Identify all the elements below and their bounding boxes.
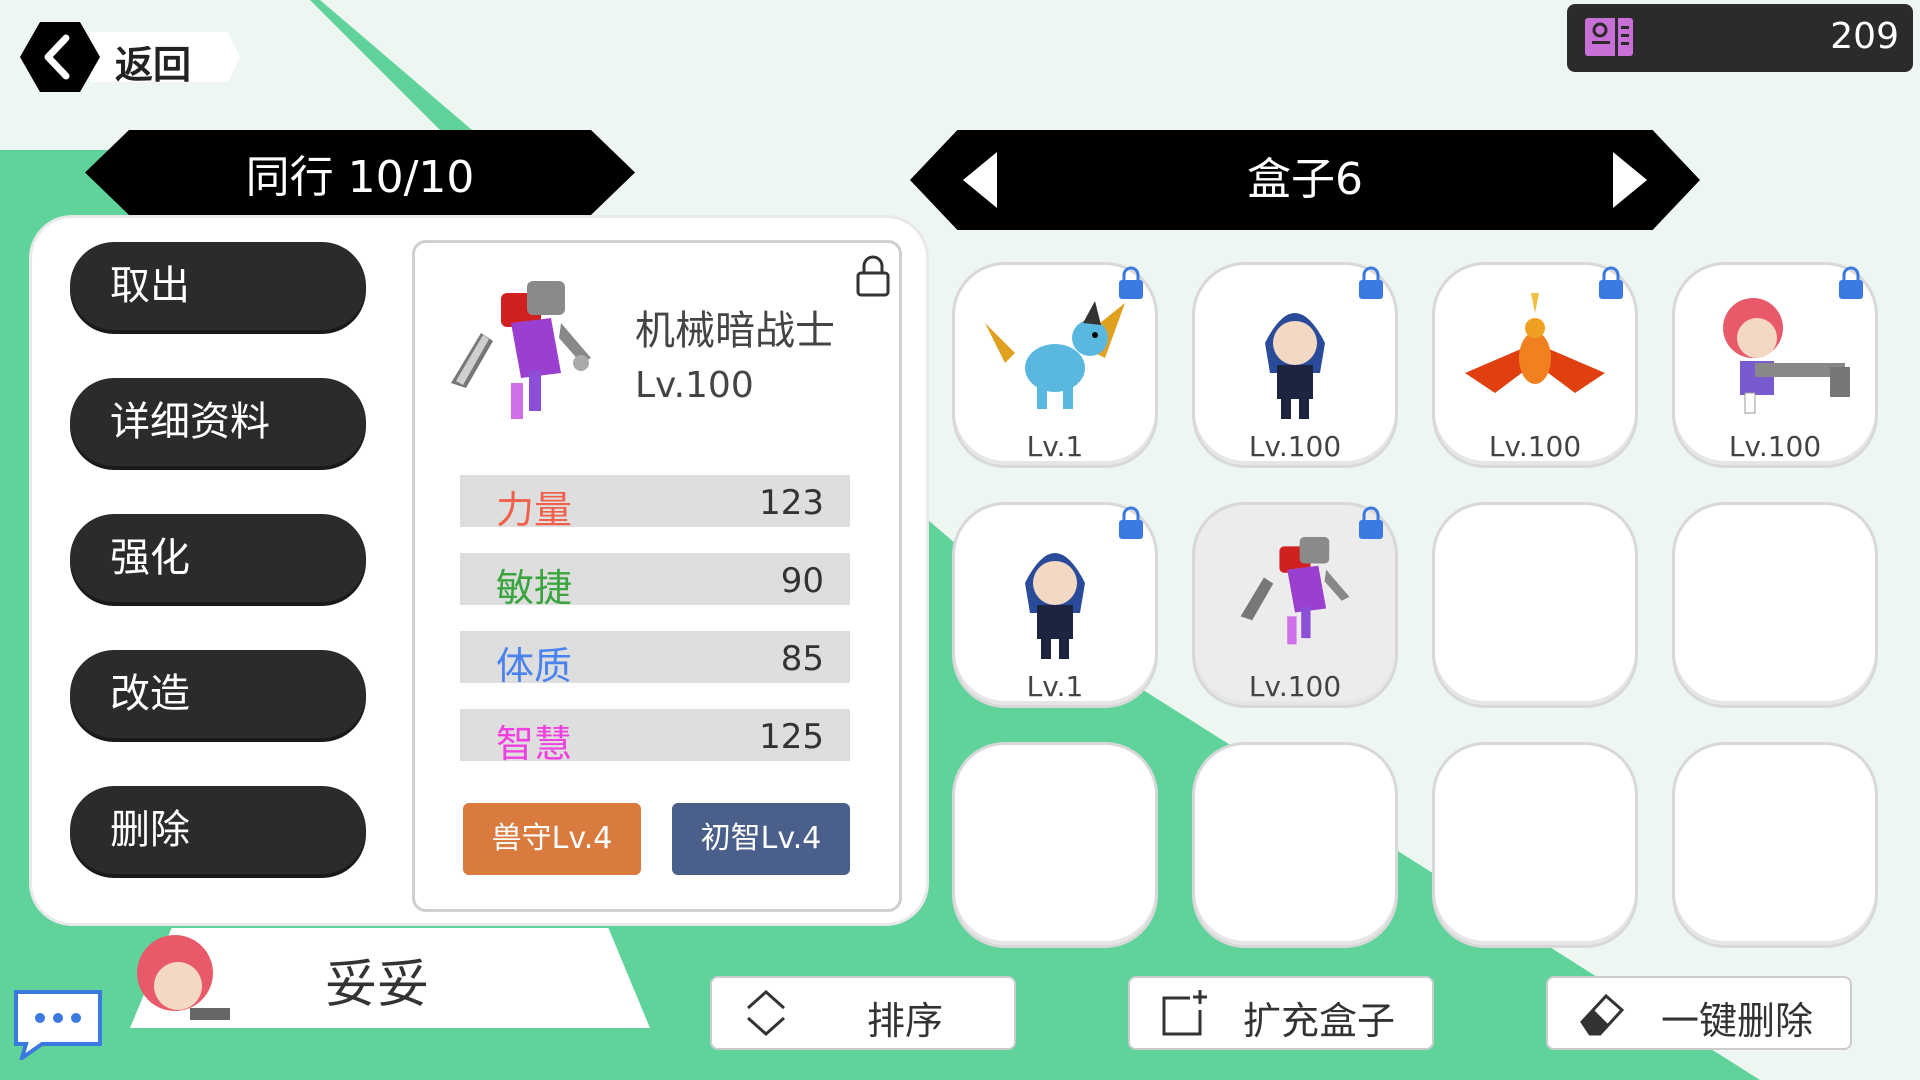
stat-constitution: 体质 85	[460, 631, 850, 688]
chat-icon[interactable]	[12, 988, 104, 1060]
stat-name: 敏捷	[496, 566, 573, 610]
gunner-icon	[1723, 298, 1850, 414]
sort-label: 排序	[867, 999, 944, 1043]
next-box-arrow-icon[interactable]	[1613, 152, 1647, 208]
details-button[interactable]: 详细资料	[70, 378, 366, 466]
stat-wisdom: 智慧 125	[460, 709, 850, 766]
companion-name: 妥妥	[325, 955, 430, 1015]
currency-value: 209	[1830, 16, 1899, 57]
box-slot[interactable]: Lv.100	[1435, 265, 1635, 465]
add-box-icon	[1162, 990, 1207, 1036]
slot-level: Lv.1	[1026, 670, 1084, 703]
box-slot-empty[interactable]	[1435, 745, 1635, 945]
slot-level: Lv.1	[1026, 430, 1084, 463]
lock-icon[interactable]	[1357, 265, 1385, 301]
box-title: 盒子6	[1247, 154, 1363, 205]
expand-box-label: 扩充盒子	[1243, 999, 1396, 1043]
delete-button[interactable]: 删除	[70, 786, 366, 874]
lock-icon[interactable]	[855, 255, 891, 297]
stat-strength: 力量 123	[460, 475, 850, 532]
slot-level: Lv.100	[1248, 670, 1342, 703]
enhance-button[interactable]: 强化	[70, 514, 366, 602]
companion-nameplate[interactable]: 妥妥	[90, 928, 650, 1028]
box-slot-empty[interactable]	[1675, 505, 1875, 705]
back-button[interactable]: 返回	[20, 22, 240, 92]
skill-badge-beast-guard[interactable]: 兽守Lv.4	[463, 803, 641, 875]
blue-dragon-icon	[985, 301, 1125, 409]
stat-agility: 敏捷 90	[460, 553, 850, 610]
swordsman-icon	[1025, 553, 1085, 659]
currency-display: 209	[1567, 4, 1913, 72]
expand-box-button[interactable]: 扩充盒子	[1130, 978, 1432, 1048]
lock-icon[interactable]	[1117, 505, 1145, 541]
mech-warrior-portrait	[451, 281, 591, 419]
monster-name: 机械暗战士	[635, 308, 835, 354]
slot-level: Lv.100	[1728, 430, 1822, 463]
stat-value: 85	[780, 639, 824, 679]
stat-name: 智慧	[496, 722, 573, 766]
swordsman-icon	[1265, 313, 1325, 419]
box-slot-empty[interactable]	[1435, 505, 1635, 705]
stat-name: 体质	[496, 644, 573, 688]
phoenix-icon	[1465, 293, 1605, 393]
lock-icon[interactable]	[1357, 505, 1385, 541]
delete-all-label: 一键删除	[1661, 999, 1814, 1043]
box-slot-empty[interactable]	[1195, 745, 1395, 945]
sort-button[interactable]: 排序	[712, 978, 1014, 1048]
box-slot-selected[interactable]: Lv.100	[1195, 505, 1395, 705]
box-title-bar: 盒子6	[910, 130, 1700, 230]
prev-box-arrow-icon[interactable]	[963, 152, 997, 208]
box-slot-empty[interactable]	[955, 745, 1155, 945]
lock-icon[interactable]	[1597, 265, 1625, 301]
selected-monster-card: 机械暗战士 Lv.100 力量 123 敏捷 90 体质 85 智慧 125 兽…	[412, 240, 902, 912]
lock-icon[interactable]	[1117, 265, 1145, 301]
ticket-icon	[1585, 18, 1633, 56]
lock-icon[interactable]	[1837, 265, 1865, 301]
skill-badge-initial-wisdom[interactable]: 初智Lv.4	[672, 803, 850, 875]
eraser-icon	[1580, 993, 1625, 1036]
monster-level: Lv.100	[635, 365, 754, 406]
companion-avatar	[137, 935, 230, 1020]
box-slot[interactable]: Lv.1	[955, 265, 1155, 465]
back-label: 返回	[115, 43, 192, 87]
box-slot-empty[interactable]	[1675, 745, 1875, 945]
slot-level: Lv.100	[1488, 430, 1582, 463]
stat-value: 123	[759, 483, 824, 523]
take-out-button[interactable]: 取出	[70, 242, 366, 330]
slot-level: Lv.100	[1248, 430, 1342, 463]
party-title: 同行 10/10	[85, 130, 635, 215]
box-slot[interactable]: Lv.100	[1195, 265, 1395, 465]
stat-value: 125	[759, 717, 824, 757]
box-slot[interactable]: Lv.100	[1675, 265, 1875, 465]
stat-value: 90	[780, 561, 824, 601]
stat-name: 力量	[496, 488, 573, 532]
sort-icon	[747, 989, 785, 1037]
back-arrow-icon	[20, 22, 100, 92]
modify-button[interactable]: 改造	[70, 650, 366, 738]
box-slot[interactable]: Lv.1	[955, 505, 1155, 705]
mech-warrior-icon	[1240, 537, 1350, 645]
delete-all-button[interactable]: 一键删除	[1548, 978, 1850, 1048]
